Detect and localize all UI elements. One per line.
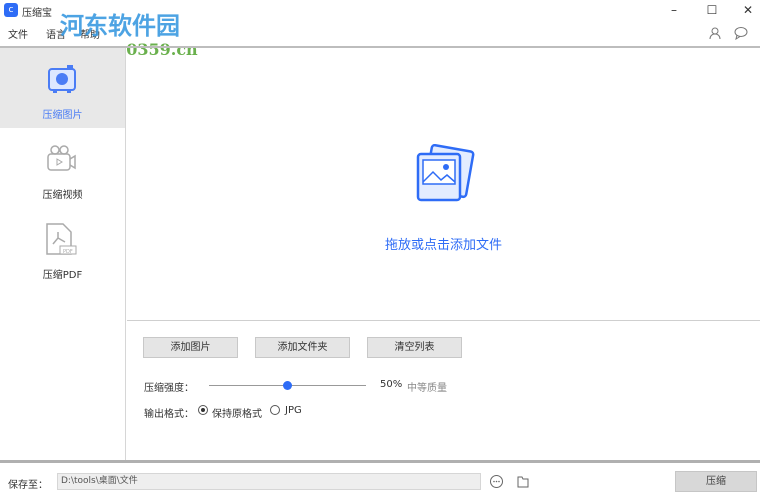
radio-jpg[interactable] — [270, 405, 280, 415]
compression-value: 50% — [380, 379, 403, 390]
open-folder-icon[interactable] — [516, 474, 531, 492]
compression-slider-thumb[interactable] — [283, 381, 292, 390]
sidebar-item-compress-image[interactable]: 压缩图片 — [0, 48, 125, 128]
clear-list-button[interactable]: 清空列表 — [367, 337, 462, 358]
more-options-icon[interactable] — [489, 474, 504, 492]
image-file-icon — [416, 144, 475, 202]
compress-button[interactable]: 压缩 — [675, 471, 757, 492]
save-path-input[interactable]: D:\tools\桌面\文件 — [57, 473, 481, 490]
radio-keep-format[interactable] — [198, 405, 208, 415]
add-folder-button[interactable]: 添加文件夹 — [255, 337, 350, 358]
sidebar-item-label: 压缩视频 — [42, 190, 83, 201]
camera-icon — [48, 65, 76, 93]
drop-hint[interactable]: 拖放或点击添加文件 — [127, 234, 760, 253]
svg-text:PDF: PDF — [63, 249, 73, 255]
sidebar: 压缩图片 压缩视频 PDF 压缩PDF — [0, 48, 126, 460]
video-camera-icon — [47, 145, 76, 171]
sidebar-item-compress-video[interactable]: 压缩视频 — [0, 128, 125, 208]
compression-quality: 中等质量 — [407, 383, 447, 394]
add-image-button[interactable]: 添加图片 — [143, 337, 238, 358]
output-format-label: 输出格式： — [144, 409, 194, 420]
minimize-button[interactable]: – — [664, 2, 684, 18]
sidebar-item-label: 压缩图片 — [42, 110, 83, 121]
watermark: 河东软件园 — [60, 11, 180, 40]
window-title: 压缩宝 — [22, 8, 52, 19]
drop-zone[interactable] — [127, 48, 760, 320]
close-button[interactable]: ✕ — [738, 2, 758, 18]
main-divider — [127, 320, 760, 321]
menu-file[interactable]: 文件 — [8, 26, 28, 41]
sidebar-item-label: 压缩PDF — [42, 270, 83, 281]
radio-jpg-label[interactable]: JPG — [285, 405, 302, 416]
radio-keep-format-label[interactable]: 保持原格式 — [212, 405, 262, 420]
save-to-label: 保存至： — [8, 480, 48, 491]
maximize-button[interactable]: ☐ — [702, 2, 722, 18]
pdf-file-icon: PDF — [46, 223, 77, 255]
feedback-icon[interactable] — [733, 26, 749, 42]
sidebar-item-compress-pdf[interactable]: PDF 压缩PDF — [0, 208, 125, 288]
user-icon[interactable] — [707, 26, 723, 42]
app-logo-icon: c — [4, 3, 18, 17]
compression-label: 压缩强度： — [144, 383, 194, 394]
